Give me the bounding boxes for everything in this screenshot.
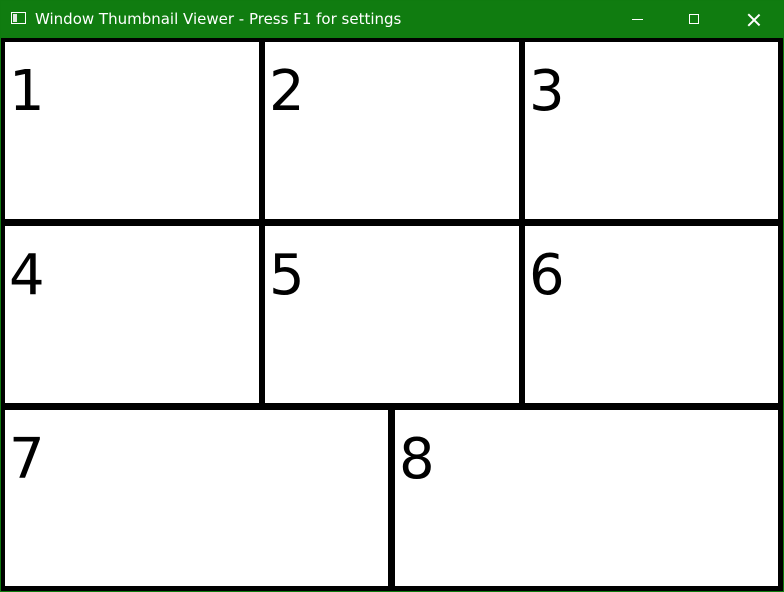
thumbnail-2[interactable]: 2 — [265, 42, 519, 219]
thumbnail-label: 5 — [269, 243, 305, 308]
minimize-icon — [632, 19, 643, 20]
app-window: Window Thumbnail Viewer - Press F1 for s… — [0, 0, 784, 592]
thumbnail-3[interactable]: 3 — [525, 42, 778, 219]
thumbnail-7[interactable]: 7 — [5, 410, 388, 586]
thumbnail-label: 8 — [399, 427, 435, 492]
thumbnail-label: 7 — [9, 427, 45, 492]
thumbnail-label: 3 — [529, 59, 565, 124]
close-button[interactable] — [723, 1, 783, 38]
thumbnail-6[interactable]: 6 — [525, 226, 778, 403]
thumbnail-label: 2 — [269, 59, 305, 124]
thumbnail-5[interactable]: 5 — [265, 226, 519, 403]
thumbnail-label: 4 — [9, 243, 45, 308]
window-icon[interactable] — [11, 12, 26, 24]
thumbnail-label: 6 — [529, 243, 565, 308]
maximize-icon — [689, 14, 699, 24]
minimize-button[interactable] — [607, 1, 665, 38]
thumbnail-label: 1 — [9, 59, 45, 124]
title-bar[interactable]: Window Thumbnail Viewer - Press F1 for s… — [1, 1, 783, 38]
thumbnail-1[interactable]: 1 — [5, 42, 259, 219]
thumbnail-grid: 1 2 3 4 5 6 7 8 — [1, 38, 783, 591]
thumbnail-8[interactable]: 8 — [395, 410, 778, 586]
maximize-button[interactable] — [665, 1, 723, 38]
close-icon — [747, 13, 761, 27]
thumbnail-4[interactable]: 4 — [5, 226, 259, 403]
window-title: Window Thumbnail Viewer - Press F1 for s… — [35, 10, 402, 28]
